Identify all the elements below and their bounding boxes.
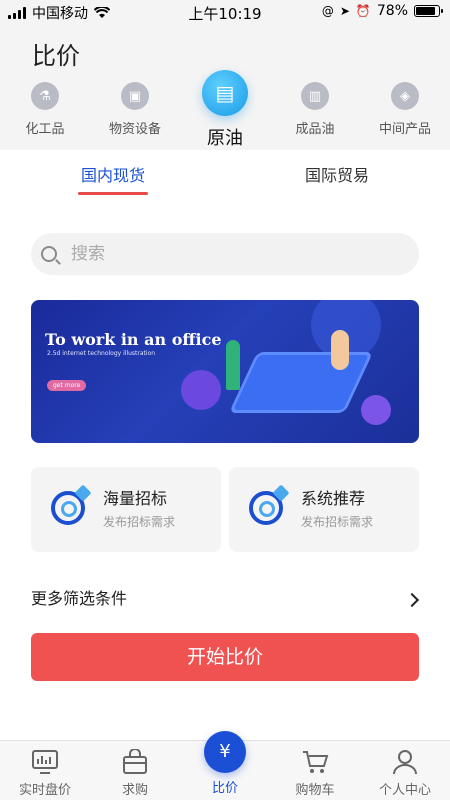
tabbar-item-profile[interactable]: 个人中心 bbox=[360, 741, 450, 798]
tabbar-item-purchase[interactable]: 求购 bbox=[90, 741, 180, 798]
oil-drum-icon: ▤ bbox=[202, 70, 248, 116]
active-tab-indicator bbox=[78, 192, 148, 195]
card-description: 发布招标需求 bbox=[103, 515, 176, 529]
shopping-bag-icon bbox=[121, 748, 149, 775]
tabbar-label: 比价 bbox=[211, 781, 238, 796]
equipment-icon: ▣ bbox=[121, 82, 149, 110]
more-filters-row[interactable]: 更多筛选条件 bbox=[31, 585, 420, 615]
banner-title: To work in an office bbox=[45, 330, 222, 349]
plant-illustration bbox=[226, 340, 240, 390]
more-filters-label: 更多筛选条件 bbox=[31, 589, 128, 608]
banner-decoration bbox=[181, 370, 221, 410]
status-bar: 中国移动 上午10:19 @ ➤ ⏰ 78% bbox=[0, 0, 450, 24]
card-title: 海量招标 bbox=[103, 489, 168, 508]
target-icon bbox=[51, 484, 92, 525]
cart-icon bbox=[301, 749, 329, 775]
banner-cta-button[interactable]: get more bbox=[47, 380, 87, 391]
market-tabs: 国内现货 国际贸易 bbox=[0, 150, 450, 200]
target-icon bbox=[249, 484, 290, 525]
banner-decoration bbox=[361, 395, 391, 425]
tabbar-label: 个人中心 bbox=[378, 783, 431, 798]
card-description: 发布招标需求 bbox=[301, 515, 374, 529]
tabbar-label: 实时盘价 bbox=[18, 783, 71, 798]
person-illustration bbox=[331, 330, 349, 370]
page-title: 比价 bbox=[32, 42, 80, 70]
tab-domestic-spot[interactable]: 国内现货 bbox=[53, 162, 173, 186]
battery-percent: 78% bbox=[376, 3, 408, 19]
category-label: 原油 bbox=[207, 128, 243, 149]
card-title: 系统推荐 bbox=[301, 489, 366, 508]
search-bar[interactable] bbox=[31, 233, 419, 275]
card-system-recommend[interactable]: 系统推荐 发布招标需求 bbox=[229, 467, 419, 552]
box-icon: ◈ bbox=[391, 82, 419, 110]
tabbar-item-cart[interactable]: 购物车 bbox=[270, 741, 360, 798]
bottom-tab-bar: 实时盘价 求购 ¥ 比价 购物车 个人中心 bbox=[0, 731, 450, 800]
category-item-refined-oil[interactable]: ▥ 成品油 bbox=[270, 70, 360, 137]
category-item-equipment[interactable]: ▣ 物资设备 bbox=[90, 70, 180, 137]
fuel-can-icon: ▥ bbox=[301, 82, 329, 110]
battery-icon bbox=[414, 5, 443, 17]
tabbar-label: 求购 bbox=[121, 783, 148, 798]
category-label: 物资设备 bbox=[108, 122, 161, 137]
location-icon: ➤ bbox=[339, 4, 350, 18]
user-icon bbox=[391, 749, 419, 775]
chart-monitor-icon bbox=[31, 749, 59, 775]
start-compare-button[interactable]: 开始比价 bbox=[31, 633, 419, 681]
banner-subtitle: 2.5d internet technology illustration bbox=[47, 350, 156, 357]
tabbar-item-live-price[interactable]: 实时盘价 bbox=[0, 741, 90, 798]
flask-icon: ⚗ bbox=[31, 82, 59, 110]
search-icon bbox=[41, 246, 57, 262]
feature-cards: 海量招标 发布招标需求 系统推荐 发布招标需求 bbox=[31, 467, 419, 552]
category-label: 中间产品 bbox=[378, 122, 431, 137]
category-label: 成品油 bbox=[295, 122, 335, 137]
search-input[interactable] bbox=[71, 244, 391, 264]
category-label: 化工品 bbox=[25, 122, 65, 137]
category-item-intermediate[interactable]: ◈ 中间产品 bbox=[360, 70, 450, 137]
chevron-right-icon bbox=[404, 592, 420, 608]
category-selector: ⚗ 化工品 ▣ 物资设备 ▤ 原油 ▥ 成品油 ◈ 中间产品 bbox=[0, 70, 450, 150]
alarm-icon: ⏰ bbox=[355, 4, 371, 18]
category-item-chemical[interactable]: ⚗ 化工品 bbox=[0, 70, 90, 137]
promo-banner[interactable]: To work in an office 2.5d internet techn… bbox=[31, 300, 419, 443]
tabbar-label: 购物车 bbox=[295, 783, 335, 798]
tabbar-item-compare[interactable]: ¥ 比价 bbox=[180, 731, 270, 796]
card-mass-bidding[interactable]: 海量招标 发布招标需求 bbox=[31, 467, 221, 552]
yen-compare-icon: ¥ bbox=[204, 731, 246, 773]
tab-international-trade[interactable]: 国际贸易 bbox=[277, 162, 397, 186]
category-item-crude-oil[interactable]: ▤ 原油 bbox=[180, 70, 270, 150]
lock-rotation-icon: @ bbox=[321, 4, 334, 18]
